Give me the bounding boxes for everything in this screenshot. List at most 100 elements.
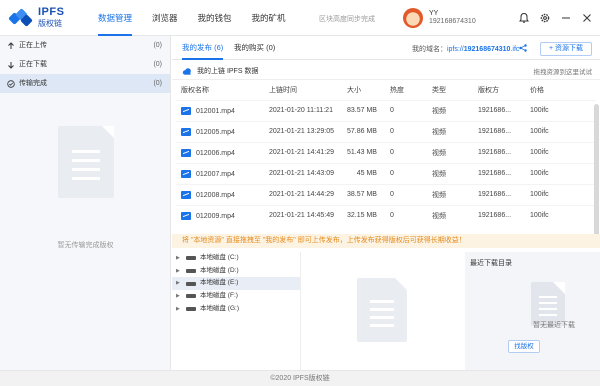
- tree-item-label: 本地磁盘 (F:): [200, 292, 238, 300]
- col-name[interactable]: 版权名称: [176, 80, 264, 100]
- file-type: 视频: [426, 99, 473, 121]
- disk-icon: [186, 256, 196, 261]
- col-price[interactable]: 价格: [525, 80, 596, 100]
- copyright-owner[interactable]: 1921686...: [472, 120, 525, 142]
- disk-icon: [186, 281, 196, 286]
- chevron-right-icon[interactable]: ▶: [176, 303, 182, 316]
- heat: 0: [384, 183, 427, 205]
- col-type[interactable]: 类型: [427, 80, 473, 100]
- file-name: 012006.mp4: [196, 149, 235, 157]
- tab-my-purchased[interactable]: 我的购买 (0): [234, 36, 275, 60]
- file-type: 视频: [426, 120, 473, 142]
- heat: 0: [384, 99, 427, 121]
- video-file-icon: [181, 190, 191, 199]
- tab-my-published[interactable]: 我的发布 (6): [182, 36, 224, 60]
- file-type: 视频: [426, 141, 473, 163]
- copyright-owner[interactable]: 1921686...: [472, 99, 525, 121]
- price: 100ifc: [524, 162, 596, 184]
- nav-wallet[interactable]: 我的钱包: [198, 0, 232, 36]
- check-circle-icon: [7, 79, 15, 88]
- chevron-right-icon[interactable]: ▶: [176, 265, 182, 278]
- top-bar: IPFS 版权链 数据管理 浏览器 我的钱包 我的矿机 区块高度同步完成 YY …: [0, 0, 600, 36]
- video-file-icon: [181, 169, 191, 178]
- cloud-icon: [182, 67, 191, 75]
- file-type: 视频: [426, 204, 473, 226]
- nav-data-management[interactable]: 数据管理: [98, 0, 133, 36]
- chevron-right-icon[interactable]: ▶: [176, 252, 182, 265]
- gear-icon[interactable]: [539, 12, 551, 24]
- chevron-right-icon[interactable]: ▶: [176, 290, 182, 303]
- file-name: 012007.mp4: [196, 170, 235, 178]
- table-row[interactable]: 012008.mp4 2021-01-21 14:44:29 38.57 MB 0 视频…: [176, 183, 596, 205]
- share-icon[interactable]: [519, 44, 527, 52]
- table-row[interactable]: 012009.mp4 2021-01-21 14:45:49 32.15 MB 0 视频…: [176, 204, 596, 226]
- file-name-cell: 012008.mp4: [176, 183, 264, 205]
- table-row[interactable]: 012001.mp4 2021-01-20 11:11:21 83.57 MB 0 视频…: [176, 99, 596, 121]
- main-nav: 数据管理 浏览器 我的钱包 我的矿机: [98, 0, 306, 36]
- file-size: 51.43 MB: [342, 141, 385, 163]
- upload-icon: [8, 41, 14, 49]
- disk-icon: [186, 307, 196, 312]
- tree-item-disk-d[interactable]: ▶ 本地磁盘 (D:): [172, 265, 300, 278]
- minimize-icon[interactable]: [560, 12, 572, 24]
- file-size: 38.57 MB: [342, 183, 385, 205]
- table-row[interactable]: 012007.mp4 2021-01-21 14:43:09 45 MB 0 视频 192…: [176, 162, 596, 184]
- empty-document-icon: [57, 126, 114, 198]
- disk-icon: [186, 294, 196, 299]
- upload-time: 2021-01-21 13:29:05: [264, 120, 342, 142]
- avatar[interactable]: [403, 8, 423, 28]
- upload-time: 2021-01-21 14:45:49: [264, 204, 342, 226]
- tree-item-disk-g[interactable]: ▶ 本地磁盘 (G:): [172, 303, 300, 316]
- recent-title: 最近下载目录: [470, 260, 512, 267]
- file-name-cell: 012006.mp4: [176, 141, 264, 163]
- col-owner[interactable]: 版权方: [473, 80, 525, 100]
- copyright-owner[interactable]: 1921686...: [472, 183, 525, 205]
- domain-value[interactable]: 192168674310: [464, 46, 511, 53]
- copyright-owner[interactable]: 1921686...: [472, 141, 525, 163]
- price: 100ifc: [524, 99, 596, 121]
- tree-item-disk-e[interactable]: ▶ 本地磁盘 (E:): [172, 277, 300, 291]
- table-row[interactable]: 012005.mp4 2021-01-21 13:29:05 57.86 MB 0 视频…: [176, 120, 596, 142]
- video-file-icon: [181, 106, 191, 115]
- upload-subbar: 我的上链 IPFS 数据 拖拽资源到这里试试: [172, 60, 600, 80]
- sidebar-item-label: 正在上传: [19, 42, 47, 49]
- nav-miner[interactable]: 我的矿机: [252, 0, 286, 36]
- file-table: 版权名称 上链时间 大小 热度 类型 版权方 价格 012001.mp4 2021…: [176, 80, 596, 226]
- file-name-cell: 012001.mp4: [176, 99, 264, 121]
- sidebar-item-count: (0): [153, 80, 162, 87]
- tree-item-label: 本地磁盘 (E:): [200, 279, 239, 287]
- table-row[interactable]: 012006.mp4 2021-01-21 14:41:29 51.43 MB 0 视频…: [176, 141, 596, 163]
- find-copyright-button[interactable]: 找版权: [508, 340, 540, 353]
- app-name: IPFS: [38, 6, 65, 18]
- col-time[interactable]: 上链时间: [264, 80, 342, 100]
- tree-item-disk-f[interactable]: ▶ 本地磁盘 (F:): [172, 290, 300, 303]
- folder-content-pane: [300, 252, 463, 370]
- col-heat[interactable]: 热度: [385, 80, 427, 100]
- resource-download-button[interactable]: + 资源下载: [540, 42, 592, 56]
- empty-document-icon: [357, 278, 407, 342]
- user-profile[interactable]: YY 192168674310: [403, 8, 476, 28]
- sidebar-item-downloading[interactable]: 正在下载 (0): [0, 55, 170, 74]
- sidebar-item-count: (0): [153, 42, 162, 49]
- chevron-right-icon[interactable]: ▶: [176, 277, 182, 290]
- sidebar-item-completed[interactable]: 传输完成 (0): [0, 74, 170, 93]
- upload-time: 2021-01-21 14:41:29: [264, 141, 342, 163]
- sidebar-item-uploading[interactable]: 正在上传 (0): [0, 36, 170, 55]
- footer: ©2020 IPFS版权链: [0, 370, 600, 386]
- upload-notice: 将 "本地资源" 直接拖拽至 "我的发布" 即可上传发布，上传发布获得版权后可获…: [172, 234, 600, 248]
- heat: 0: [384, 204, 427, 226]
- file-size: 45 MB: [342, 162, 385, 184]
- tree-item-label: 本地磁盘 (D:): [200, 266, 239, 274]
- video-file-icon: [181, 127, 191, 136]
- col-size[interactable]: 大小: [342, 80, 385, 100]
- nav-browser[interactable]: 浏览器: [152, 0, 178, 36]
- bell-icon[interactable]: [518, 12, 530, 24]
- table-scrollbar[interactable]: [594, 104, 599, 236]
- tree-item-disk-c[interactable]: ▶ 本地磁盘 (C:): [172, 252, 300, 265]
- heat: 0: [384, 162, 427, 184]
- close-icon[interactable]: [581, 12, 593, 24]
- copyright-owner[interactable]: 1921686...: [472, 204, 525, 226]
- copyright-owner[interactable]: 1921686...: [472, 162, 525, 184]
- heat: 0: [384, 141, 427, 163]
- sidebar-item-count: (0): [153, 61, 162, 68]
